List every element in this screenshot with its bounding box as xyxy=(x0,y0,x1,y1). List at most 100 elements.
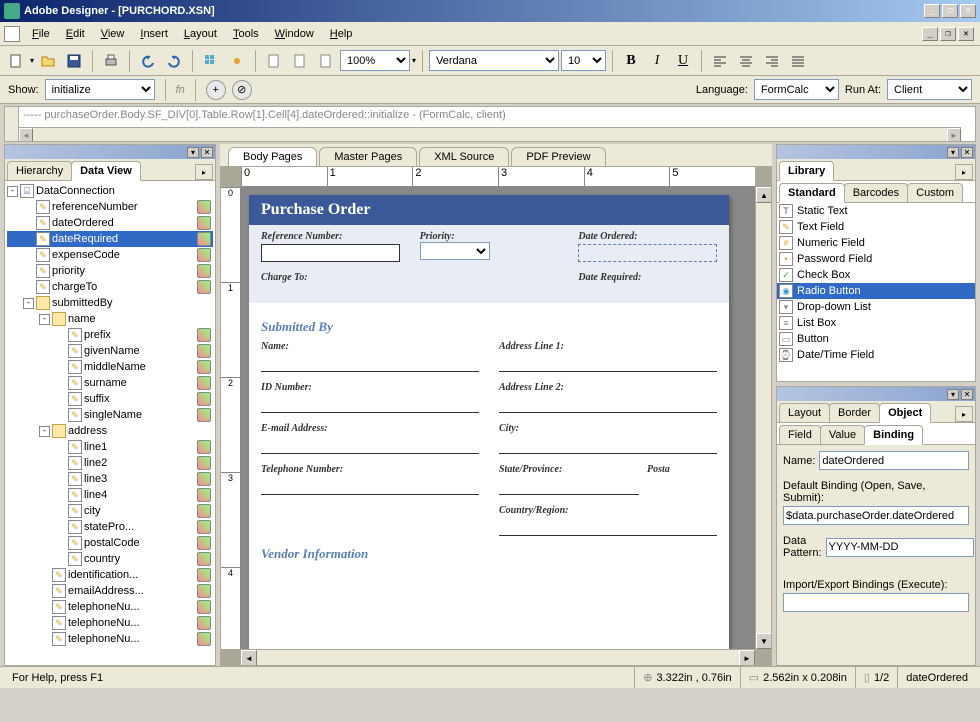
tree-node-line1[interactable]: line1 xyxy=(7,439,213,455)
runat-select[interactable]: Client xyxy=(887,79,972,100)
data-pattern-field[interactable] xyxy=(826,538,974,557)
tab-hierarchy[interactable]: Hierarchy xyxy=(7,161,72,180)
tab-object[interactable]: Object xyxy=(879,403,931,423)
menu-insert[interactable]: Insert xyxy=(132,25,176,43)
panel-close-button[interactable]: ✕ xyxy=(201,147,213,158)
id-field[interactable] xyxy=(261,395,479,413)
binding-name-field[interactable] xyxy=(819,451,969,470)
font-select[interactable]: Verdana xyxy=(429,50,559,71)
tab-xml-source[interactable]: XML Source xyxy=(419,147,509,166)
tree-node-suffix[interactable]: suffix xyxy=(7,391,213,407)
tab-binding[interactable]: Binding xyxy=(864,425,923,445)
tree-node-singleName[interactable]: singleName xyxy=(7,407,213,423)
undo-button[interactable] xyxy=(136,49,160,73)
tab-dataview[interactable]: Data View xyxy=(71,161,141,181)
horizontal-scrollbar[interactable]: ◄ ► xyxy=(241,649,755,665)
align-left-button[interactable] xyxy=(708,49,732,73)
tree-node-surname[interactable]: surname xyxy=(7,375,213,391)
script-text[interactable]: ----- purchaseOrder.Body.SF_DIV[0].Table… xyxy=(19,107,975,123)
minimize-button[interactable]: _ xyxy=(924,4,940,18)
scroll-right-button[interactable]: ► xyxy=(947,128,961,142)
tab-body-pages[interactable]: Body Pages xyxy=(228,147,317,166)
date-ordered-field[interactable] xyxy=(578,244,717,262)
align-right-button[interactable] xyxy=(760,49,784,73)
tree-node-statePro...[interactable]: statePro... xyxy=(7,519,213,535)
script-editor[interactable]: ----- purchaseOrder.Body.SF_DIV[0].Table… xyxy=(4,106,976,142)
tab-standard[interactable]: Standard xyxy=(779,183,845,203)
tab-border[interactable]: Border xyxy=(829,403,880,422)
library-item-check-box[interactable]: ✓Check Box xyxy=(777,267,975,283)
vertical-scrollbar[interactable]: ▲ ▼ xyxy=(755,187,771,649)
telephone-field[interactable] xyxy=(261,477,479,495)
library-item-button[interactable]: ▭Button xyxy=(777,331,975,347)
tree-node-dateOrdered[interactable]: dateOrdered xyxy=(7,215,213,231)
tree-node-dateRequired[interactable]: dateRequired xyxy=(7,231,213,247)
scroll-left-button[interactable]: ◄ xyxy=(19,128,33,142)
menu-view[interactable]: View xyxy=(93,25,133,43)
tab-library[interactable]: Library xyxy=(779,161,834,181)
library-item-list-box[interactable]: ≡List Box xyxy=(777,315,975,331)
tab-layout[interactable]: Layout xyxy=(779,403,830,422)
tree-node-prefix[interactable]: prefix xyxy=(7,327,213,343)
child-restore-button[interactable]: ❐ xyxy=(940,27,956,41)
close-button[interactable]: ✕ xyxy=(960,4,976,18)
remove-script-button[interactable]: ⊘ xyxy=(232,80,252,100)
tree-node-chargeTo[interactable]: chargeTo xyxy=(7,279,213,295)
data-tree[interactable]: -DataConnectionreferenceNumberdateOrdere… xyxy=(5,181,215,665)
tree-node-submittedBy[interactable]: -submittedBy xyxy=(7,295,213,311)
menu-edit[interactable]: Edit xyxy=(58,25,93,43)
state-field[interactable] xyxy=(499,477,639,495)
bold-button[interactable]: B xyxy=(619,49,643,73)
default-binding-field[interactable] xyxy=(783,506,969,525)
name-field[interactable] xyxy=(261,354,479,372)
open-button[interactable] xyxy=(36,49,60,73)
address2-field[interactable] xyxy=(499,395,717,413)
object-menu-button[interactable]: ▸ xyxy=(955,406,973,422)
address1-field[interactable] xyxy=(499,354,717,372)
library-list[interactable]: TStatic Text✎Text Field#Numeric Field•Pa… xyxy=(777,203,975,381)
tab-master-pages[interactable]: Master Pages xyxy=(319,147,417,166)
library-item-static-text[interactable]: TStatic Text xyxy=(777,203,975,219)
tab-field[interactable]: Field xyxy=(779,425,821,444)
align-justify-button[interactable] xyxy=(786,49,810,73)
library-item-drop-down-list[interactable]: ▾Drop-down List xyxy=(777,299,975,315)
page1-button[interactable] xyxy=(262,49,286,73)
tree-node-expenseCode[interactable]: expenseCode xyxy=(7,247,213,263)
tree-node-telephoneNu...[interactable]: telephoneNu... xyxy=(7,631,213,647)
panel-dropdown-button[interactable]: ▾ xyxy=(187,147,199,158)
grid-button[interactable] xyxy=(199,49,223,73)
email-field[interactable] xyxy=(261,436,479,454)
form-page[interactable]: Purchase Order Reference Number: Priorit… xyxy=(249,195,729,649)
underline-button[interactable]: U xyxy=(671,49,695,73)
library-close-button[interactable]: ✕ xyxy=(961,147,973,158)
function-icon[interactable]: fn xyxy=(176,84,185,96)
maximize-button[interactable]: ❐ xyxy=(942,4,958,18)
import-export-field[interactable] xyxy=(783,593,969,612)
library-item-radio-button[interactable]: ◉Radio Button xyxy=(777,283,975,299)
tree-node-postalCode[interactable]: postalCode xyxy=(7,535,213,551)
tree-node-country[interactable]: country xyxy=(7,551,213,567)
tree-node-line3[interactable]: line3 xyxy=(7,471,213,487)
tab-custom[interactable]: Custom xyxy=(907,183,963,202)
new-button[interactable] xyxy=(4,49,28,73)
child-close-button[interactable]: ✕ xyxy=(958,27,974,41)
zoom-select[interactable]: 100% xyxy=(340,50,410,71)
object-dropdown-button[interactable]: ▾ xyxy=(947,389,959,400)
object-close-button[interactable]: ✕ xyxy=(961,389,973,400)
toggle-button[interactable] xyxy=(225,49,249,73)
tree-node-name[interactable]: -name xyxy=(7,311,213,327)
library-item-text-field[interactable]: ✎Text Field xyxy=(777,219,975,235)
show-select[interactable]: initialize xyxy=(45,79,155,100)
menu-tools[interactable]: Tools xyxy=(225,25,267,43)
menu-layout[interactable]: Layout xyxy=(176,25,225,43)
tree-node-middleName[interactable]: middleName xyxy=(7,359,213,375)
menu-help[interactable]: Help xyxy=(322,25,361,43)
city-field[interactable] xyxy=(499,436,717,454)
page3-button[interactable] xyxy=(314,49,338,73)
print-button[interactable] xyxy=(99,49,123,73)
tab-value[interactable]: Value xyxy=(820,425,865,444)
tree-node-identification...[interactable]: identification... xyxy=(7,567,213,583)
save-button[interactable] xyxy=(62,49,86,73)
tree-node-emailAddress...[interactable]: emailAddress... xyxy=(7,583,213,599)
align-center-button[interactable] xyxy=(734,49,758,73)
